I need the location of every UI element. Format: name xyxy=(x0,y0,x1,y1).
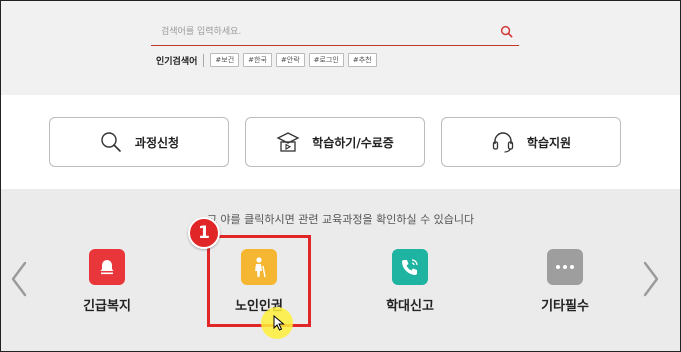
study-certificate-button[interactable]: 학습하기/수료증 xyxy=(245,117,425,167)
category-label: 학대신고 xyxy=(386,299,434,314)
category-abuse-report[interactable]: 학대신고 xyxy=(365,249,455,314)
search-input[interactable] xyxy=(161,23,481,41)
highlight-annotation-box xyxy=(207,235,311,327)
search-section: 인기검색어 #보건 #한국 #안락 #로그인 #추천 xyxy=(1,1,680,95)
study-support-button[interactable]: 학습지원 xyxy=(441,117,621,167)
category-emergency-welfare[interactable]: 긴급복지 xyxy=(62,249,152,314)
category-instruction: 고 야를 클릭하시면 관련 교육과정을 확인하실 수 있습니다 xyxy=(206,213,475,226)
search-box xyxy=(151,19,519,46)
popular-searches: 인기검색어 #보건 #한국 #안락 #로그인 #추천 xyxy=(156,52,381,68)
course-apply-label: 과정신청 xyxy=(134,135,180,150)
chevron-right-icon[interactable] xyxy=(639,259,663,299)
search-icon[interactable] xyxy=(500,25,513,38)
bell-icon xyxy=(89,249,125,285)
page-frame: 인기검색어 #보건 #한국 #안락 #로그인 #추천 과정신청 학습하기/수료증 xyxy=(0,0,681,352)
graduation-icon xyxy=(276,132,300,152)
category-other-required[interactable]: 기타필수 xyxy=(520,249,610,314)
course-apply-button[interactable]: 과정신청 xyxy=(49,117,229,167)
search-tag[interactable]: #안락 xyxy=(275,53,305,67)
headset-icon xyxy=(492,132,514,153)
step-number-badge: 1 xyxy=(188,217,220,249)
search-tag[interactable]: #보건 xyxy=(210,53,240,67)
search-icon xyxy=(101,132,121,152)
popular-searches-label: 인기검색어 xyxy=(156,53,205,67)
chevron-left-icon[interactable] xyxy=(7,259,31,299)
more-icon xyxy=(547,249,583,285)
quick-menu: 과정신청 학습하기/수료증 학습지원 xyxy=(1,95,680,189)
study-certificate-label: 학습하기/수료증 xyxy=(312,135,394,150)
category-label: 기타필수 xyxy=(541,299,589,314)
phone-icon xyxy=(392,249,428,285)
study-support-label: 학습지원 xyxy=(526,135,572,150)
search-tag[interactable]: #추천 xyxy=(347,53,377,67)
search-tag[interactable]: #로그인 xyxy=(308,53,344,67)
mouse-cursor-icon xyxy=(273,315,285,331)
category-label: 긴급복지 xyxy=(83,299,131,314)
search-tag[interactable]: #한국 xyxy=(243,53,272,67)
category-section: 고 야를 클릭하시면 관련 교육과정을 확인하실 수 있습니다 긴급복지 노인인… xyxy=(1,189,680,351)
